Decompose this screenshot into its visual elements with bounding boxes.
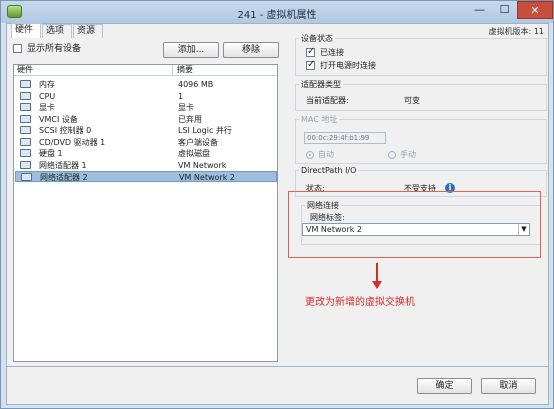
hardware-row-summary: LSI Logic 并行 bbox=[178, 126, 232, 135]
ok-button[interactable]: 确定 bbox=[417, 378, 472, 394]
hardware-row[interactable]: 内存 4096 MB bbox=[15, 79, 277, 90]
column-divider[interactable] bbox=[172, 65, 173, 75]
device-status-title: 设备状态 bbox=[299, 33, 335, 44]
network-icon bbox=[20, 160, 31, 169]
current-adapter-label: 当前适配器: bbox=[306, 96, 349, 105]
hardware-row-name: 硬盘 1 bbox=[39, 149, 63, 158]
hardware-row-name: CPU bbox=[39, 91, 56, 101]
footer-bar: 确定 取消 bbox=[6, 367, 549, 405]
cd-dvd-icon bbox=[20, 137, 31, 146]
hardware-row-summary: 客户端设备 bbox=[178, 137, 218, 147]
annotation-text: 更改为新增的虚拟交换机 bbox=[305, 297, 415, 308]
hardware-row-summary: 已弃用 bbox=[178, 114, 202, 124]
cancel-button[interactable]: 取消 bbox=[481, 378, 536, 394]
memory-icon bbox=[20, 80, 31, 88]
mac-auto-radio[interactable] bbox=[306, 150, 314, 159]
hardware-row-name: SCSI 控制器 0 bbox=[39, 126, 92, 135]
connect-at-power-on-label: 打开电源时连接 bbox=[320, 61, 376, 70]
mac-manual-label: 手动 bbox=[400, 150, 416, 159]
hardware-row-name: 网络适配器 2 bbox=[40, 173, 88, 182]
show-all-devices-checkbox[interactable] bbox=[13, 44, 22, 53]
hardware-row-summary: 虚拟磁盘 bbox=[178, 149, 210, 158]
hardware-row-summary: 1 bbox=[178, 91, 184, 101]
hardware-row-name: CD/DVD 驱动器 1 bbox=[39, 137, 106, 147]
network-label-dropdown[interactable]: VM Network 2 ▼ bbox=[302, 223, 530, 236]
show-all-devices-label: 显示所有设备 bbox=[27, 44, 82, 54]
hardware-row-summary: 4096 MB bbox=[178, 80, 214, 89]
hardware-row[interactable]: VMCI 设备 已弃用 bbox=[15, 114, 277, 125]
maximize-button[interactable]: ☐ bbox=[492, 1, 517, 19]
hardware-list[interactable]: 硬件 摘要 内存 4096 MB CPU 1 显卡 显卡 VMCI 设备 已弃用 SCSI 控制… bbox=[13, 64, 278, 362]
hardware-row[interactable]: 显卡 显卡 bbox=[15, 102, 277, 113]
network-label-value: VM Network 2 bbox=[306, 225, 362, 234]
close-button[interactable]: ✕ bbox=[517, 1, 553, 19]
mac-auto-label: 自动 bbox=[318, 150, 334, 159]
display-icon bbox=[20, 103, 31, 111]
hardware-row-summary: VM Network bbox=[178, 160, 227, 170]
connected-option[interactable]: 已连接 bbox=[306, 46, 344, 58]
adapter-type-title: 适配器类型 bbox=[299, 79, 343, 90]
vmci-icon bbox=[20, 114, 31, 123]
network-icon bbox=[21, 173, 32, 181]
hardware-row-name: 内存 bbox=[39, 80, 55, 89]
mac-manual-radio[interactable] bbox=[388, 150, 396, 159]
add-device-button[interactable]: 添加... bbox=[163, 42, 219, 58]
hardware-row-name: VMCI 设备 bbox=[39, 114, 78, 124]
hardware-row[interactable]: CPU 1 bbox=[15, 91, 277, 102]
device-status-group: 设备状态 已连接 打开电源时连接 bbox=[295, 33, 547, 76]
hardware-row[interactable]: CD/DVD 驱动器 1 客户端设备 bbox=[15, 137, 277, 148]
mac-address-title: MAC 地址 bbox=[299, 114, 340, 125]
tab-options[interactable]: 选项 bbox=[42, 24, 72, 38]
current-adapter-value: 可变 bbox=[404, 96, 420, 105]
hardware-row[interactable]: 网络适配器 2 VM Network 2 bbox=[15, 171, 277, 182]
tab-hardware[interactable]: 硬件 bbox=[11, 23, 41, 38]
mac-address-field[interactable]: 00:0c:29:4f:b1:99 bbox=[304, 132, 386, 144]
mac-auto-option[interactable]: 自动 bbox=[306, 149, 334, 160]
hardware-row[interactable]: SCSI 控制器 0 LSI Logic 并行 bbox=[15, 125, 277, 136]
adapter-type-group: 适配器类型 当前适配器: 可变 bbox=[295, 79, 547, 111]
vm-properties-window: 241 - 虚拟机属性 — ☐ ✕ 硬件 选项 资源 虚拟机版本: 11 显示所… bbox=[0, 0, 554, 409]
connected-checkbox[interactable] bbox=[306, 46, 315, 57]
mac-address-group: MAC 地址 00:0c:29:4f:b1:99 自动 手动 bbox=[295, 114, 547, 164]
column-header-hardware[interactable]: 硬件 bbox=[17, 65, 33, 75]
hardware-row[interactable]: 网络适配器 1 VM Network bbox=[15, 160, 277, 171]
directpath-title: DirectPath I/O bbox=[299, 165, 359, 176]
hardware-row-summary: VM Network 2 bbox=[179, 173, 235, 182]
disk-icon bbox=[20, 149, 31, 157]
annotation-arrow-icon bbox=[372, 281, 382, 289]
mac-manual-option[interactable]: 手动 bbox=[388, 149, 416, 160]
dropdown-arrow-icon[interactable]: ▼ bbox=[518, 224, 529, 235]
connect-at-power-on-checkbox[interactable] bbox=[306, 59, 315, 70]
connected-label: 已连接 bbox=[320, 48, 344, 57]
vm-version: 虚拟机版本: 11 bbox=[488, 27, 544, 36]
remove-device-button[interactable]: 移除 bbox=[223, 42, 279, 58]
hardware-row-name: 网络适配器 1 bbox=[39, 160, 87, 170]
cpu-icon bbox=[20, 91, 31, 100]
show-all-devices-option[interactable]: 显示所有设备 bbox=[13, 44, 81, 54]
connect-at-power-on-option[interactable]: 打开电源时连接 bbox=[306, 59, 376, 71]
tab-resources[interactable]: 资源 bbox=[73, 24, 103, 38]
hardware-row-name: 显卡 bbox=[39, 103, 55, 112]
annotation-arrow-shaft bbox=[376, 263, 378, 281]
hardware-row[interactable]: 硬盘 1 虚拟磁盘 bbox=[15, 148, 277, 159]
column-header-summary[interactable]: 摘要 bbox=[177, 65, 193, 75]
title-bar[interactable]: 241 - 虚拟机属性 — ☐ ✕ bbox=[1, 1, 553, 23]
hardware-row-summary: 显卡 bbox=[178, 103, 194, 112]
hardware-list-header: 硬件 摘要 bbox=[14, 65, 277, 76]
scsi-icon bbox=[20, 126, 31, 134]
minimize-button[interactable]: — bbox=[467, 1, 492, 19]
